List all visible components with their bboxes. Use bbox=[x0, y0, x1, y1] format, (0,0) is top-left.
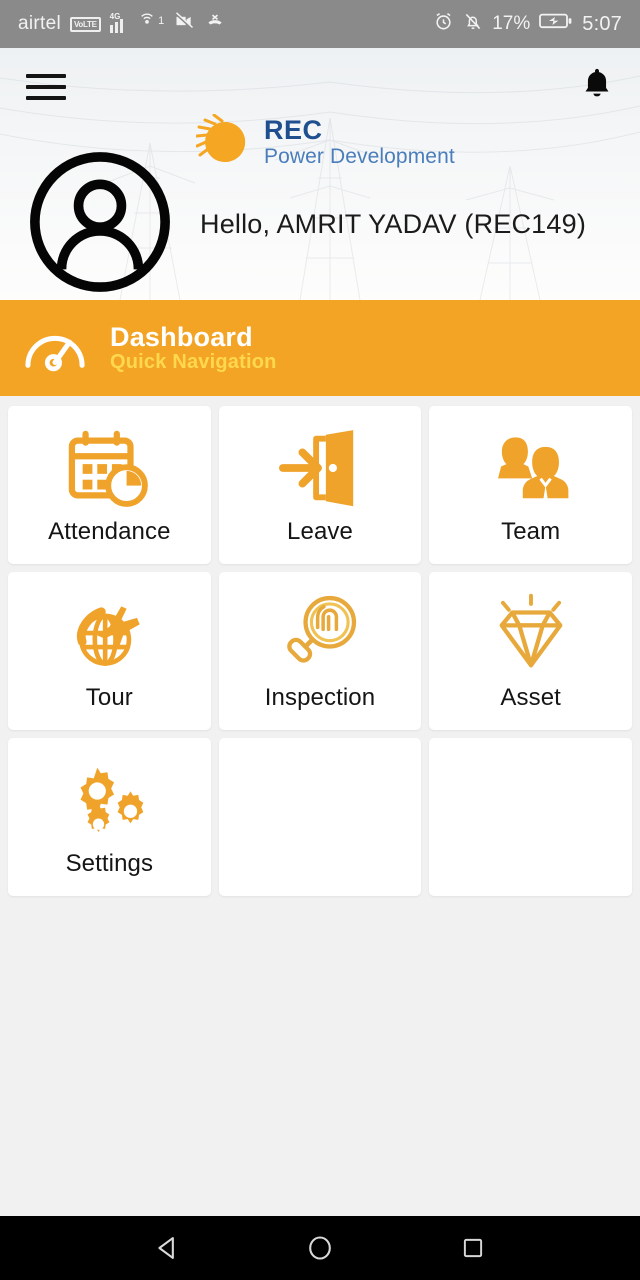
dashboard-title: Dashboard bbox=[110, 321, 253, 352]
system-status-bar: airtel VoLTE 4G 1 17% 5:07 bbox=[0, 0, 640, 48]
quick-navigation-grid-container: Attendance Leave Team Tour Inspection As… bbox=[0, 396, 640, 1216]
exit-door-icon bbox=[276, 424, 364, 512]
tile-label: Tour bbox=[85, 684, 133, 711]
dashboard-banner: Dashboard Quick Navigation bbox=[0, 300, 640, 396]
diamond-icon bbox=[484, 590, 578, 678]
status-bar-right: 17% 5:07 bbox=[433, 11, 622, 38]
tile-team[interactable]: Team bbox=[429, 406, 632, 564]
recents-square-icon[interactable] bbox=[443, 1226, 503, 1270]
tile-attendance[interactable]: Attendance bbox=[8, 406, 211, 564]
volte-badge: VoLTE bbox=[69, 16, 101, 32]
greeting-text: Hello, AMRIT YADAV (REC149) bbox=[200, 209, 587, 239]
dashboard-banner-text: Dashboard Quick Navigation bbox=[110, 321, 277, 374]
calendar-clock-icon bbox=[64, 424, 154, 512]
tile-label: Attendance bbox=[48, 518, 171, 545]
tile-empty-2 bbox=[429, 738, 632, 896]
battery-charging-icon bbox=[539, 12, 573, 36]
battery-percent-label: 17% bbox=[492, 13, 531, 34]
tile-label: Inspection bbox=[264, 684, 376, 711]
user-avatar-icon[interactable] bbox=[26, 148, 174, 300]
logo-name: REC bbox=[264, 115, 323, 145]
call-missed-icon bbox=[204, 11, 226, 37]
bell-icon[interactable] bbox=[580, 66, 614, 109]
user-greeting-row: Hello, AMRIT YADAV (REC149) bbox=[0, 148, 640, 300]
tile-label: Leave bbox=[287, 518, 353, 545]
camera-off-icon bbox=[173, 11, 195, 37]
home-circle-icon[interactable] bbox=[290, 1226, 350, 1270]
clock-label: 5:07 bbox=[582, 12, 622, 35]
hotspot-superscript: 1 bbox=[158, 15, 165, 27]
android-navigation-bar bbox=[0, 1216, 640, 1280]
back-triangle-icon[interactable] bbox=[137, 1226, 197, 1270]
status-bar-left: airtel VoLTE 4G 1 bbox=[18, 11, 226, 37]
carrier-label: airtel bbox=[18, 13, 61, 34]
app-screen: airtel VoLTE 4G 1 17% 5:07 REC Power Dev… bbox=[0, 0, 640, 1280]
quick-navigation-grid: Attendance Leave Team Tour Inspection As… bbox=[8, 406, 632, 896]
tile-label: Settings bbox=[65, 850, 154, 877]
tile-settings[interactable]: Settings bbox=[8, 738, 211, 896]
bell-muted-icon bbox=[463, 11, 483, 38]
globe-airplane-icon bbox=[63, 590, 155, 678]
hotspot-icon bbox=[137, 11, 157, 37]
tile-tour[interactable]: Tour bbox=[8, 572, 211, 730]
tile-inspection[interactable]: Inspection bbox=[218, 572, 422, 730]
magnifier-fingerprint-icon bbox=[275, 590, 365, 678]
two-people-icon bbox=[485, 424, 577, 512]
hamburger-menu-icon[interactable] bbox=[26, 72, 66, 102]
signal-bars-icon: 4G bbox=[109, 12, 129, 33]
alarm-clock-icon bbox=[433, 11, 454, 38]
tile-empty-1 bbox=[218, 738, 422, 896]
tile-label: Team bbox=[501, 518, 561, 545]
app-header: REC Power Development Hello, AMRIT YADAV… bbox=[0, 48, 640, 300]
tile-label: Asset bbox=[500, 684, 561, 711]
speedometer-icon bbox=[25, 335, 85, 372]
gears-icon bbox=[63, 756, 155, 844]
tile-asset[interactable]: Asset bbox=[429, 572, 632, 730]
dashboard-subtitle: Quick Navigation bbox=[110, 350, 277, 373]
network-type-label: 4G bbox=[109, 12, 121, 21]
tile-leave[interactable]: Leave bbox=[218, 406, 422, 564]
